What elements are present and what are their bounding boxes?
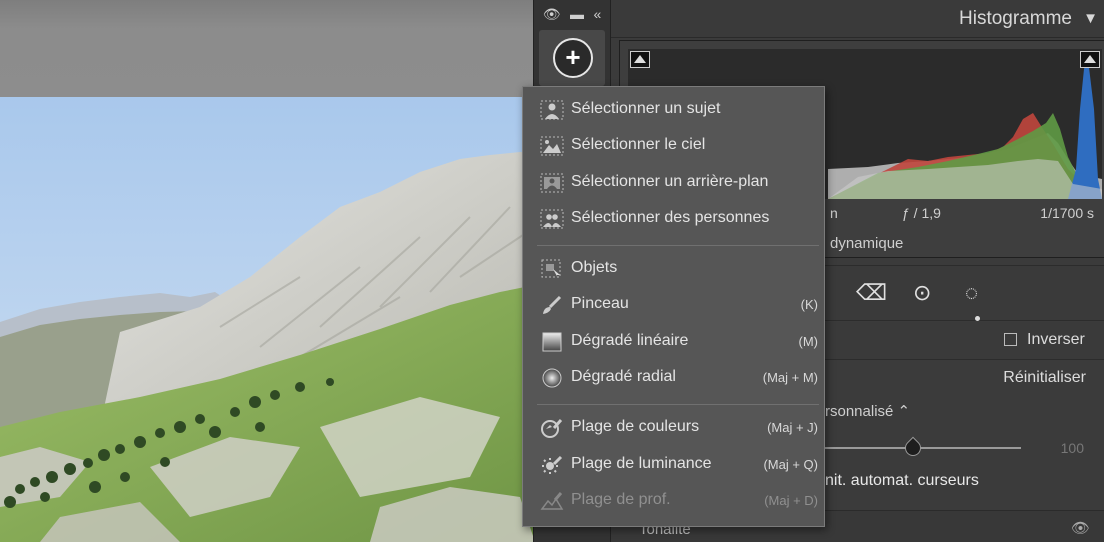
- photo-canvas[interactable]: [0, 0, 535, 542]
- mask-overlay-icon[interactable]: ◌: [965, 280, 978, 306]
- active-indicator-dot: [975, 316, 980, 321]
- exif-shutter: 1/1700 s: [1040, 205, 1094, 221]
- menu-separator: [537, 404, 819, 405]
- menu-item-label: Dégradé linéaire: [571, 332, 689, 349]
- double-chevron-left-icon[interactable]: «: [593, 6, 601, 22]
- menu-item-select-background[interactable]: Sélectionner un arrière-plan: [523, 168, 824, 198]
- menu-item-shortcut: (Maj + J): [767, 420, 818, 435]
- amount-slider-value[interactable]: 100: [1061, 440, 1084, 456]
- objects-icon: [540, 259, 564, 279]
- menu-item-label: Plage de couleurs: [571, 418, 700, 435]
- dynamic-range-label: dynamique: [830, 235, 904, 252]
- add-mask-button[interactable]: +: [553, 38, 593, 78]
- menu-item-label: Sélectionner un sujet: [571, 100, 721, 117]
- plus-icon: +: [565, 42, 581, 72]
- mask-strip-toolbar: 👁 ▬ «: [534, 0, 610, 28]
- collapse-triangle-icon[interactable]: ▼: [1083, 10, 1098, 27]
- add-mask-menu: Sélectionner un sujet Sélectionner le ci…: [522, 86, 825, 527]
- luminance-range-icon: [540, 455, 564, 475]
- menu-item-label: Dégradé radial: [571, 368, 676, 385]
- menu-item-label: Plage de luminance: [571, 455, 712, 472]
- menu-item-label: Objets: [571, 259, 618, 276]
- menu-item-label: Pinceau: [571, 295, 629, 312]
- linear-gradient-icon: [540, 332, 564, 352]
- highlight-clipping-button[interactable]: [1080, 51, 1100, 68]
- depth-range-icon: [540, 491, 564, 511]
- add-mask-wrapper: +: [539, 30, 605, 86]
- menu-item-objects[interactable]: Objets: [523, 254, 824, 284]
- menu-item-linear-gradient[interactable]: Dégradé linéaire (M): [523, 327, 824, 357]
- minus-icon[interactable]: ▬: [570, 6, 584, 22]
- menu-item-select-sky[interactable]: Sélectionner le ciel: [523, 131, 824, 161]
- eye-icon[interactable]: 👁: [543, 6, 561, 23]
- canvas-background: [0, 0, 535, 97]
- menu-item-depth-range: Plage de prof. (Maj + D): [523, 486, 824, 516]
- menu-item-color-range[interactable]: Plage de couleurs (Maj + J): [523, 413, 824, 443]
- menu-item-label: Sélectionner le ciel: [571, 136, 706, 153]
- histogram-header[interactable]: Histogramme ▼: [611, 0, 1104, 38]
- menu-item-shortcut: (Maj + D): [764, 493, 818, 508]
- brush-icon: [540, 295, 564, 315]
- exif-focal: n: [830, 205, 838, 221]
- menu-item-brush[interactable]: Pinceau (K): [523, 290, 824, 320]
- mountain-photo-image: [0, 97, 535, 542]
- eye-icon[interactable]: 👁: [1071, 519, 1090, 537]
- preset-select[interactable]: rsonnalisé ⌃: [825, 402, 910, 420]
- menu-item-shortcut: (Maj + Q): [763, 457, 818, 472]
- menu-item-luminance-range[interactable]: Plage de luminance (Maj + Q): [523, 450, 824, 480]
- menu-item-label: Sélectionner un arrière-plan: [571, 173, 769, 190]
- shadow-clipping-button[interactable]: [630, 51, 650, 68]
- reset-button[interactable]: Réinitialiser: [1003, 369, 1086, 387]
- mountain-photo[interactable]: [0, 97, 535, 542]
- menu-item-shortcut: (K): [800, 297, 818, 312]
- color-range-icon: [540, 418, 564, 438]
- menu-item-select-people[interactable]: Sélectionner des personnes: [523, 204, 824, 234]
- background-icon: [540, 173, 564, 193]
- invert-label[interactable]: Inverser: [1027, 331, 1085, 349]
- menu-item-radial-gradient[interactable]: Dégradé radial (Maj + M): [523, 363, 824, 393]
- people-icon: [540, 209, 564, 229]
- eraser-icon[interactable]: ⌫: [856, 280, 887, 306]
- add-eye-icon[interactable]: ⊙: [913, 280, 931, 306]
- invert-checkbox[interactable]: [1004, 333, 1017, 346]
- auto-sliders-label[interactable]: nit. automat. curseurs: [825, 472, 979, 490]
- menu-item-label: Plage de prof.: [571, 491, 671, 508]
- radial-gradient-icon: [540, 368, 564, 388]
- subject-icon: [540, 100, 564, 120]
- amount-slider-thumb[interactable]: [901, 436, 925, 460]
- sky-icon: [540, 136, 564, 156]
- menu-item-shortcut: (Maj + M): [762, 370, 818, 385]
- menu-item-shortcut: (M): [798, 334, 819, 349]
- menu-separator: [537, 245, 819, 246]
- exif-aperture: ƒ / 1,9: [902, 205, 941, 221]
- amount-slider-track[interactable]: [825, 447, 1021, 449]
- panel-title: Histogramme: [959, 8, 1072, 29]
- menu-item-label: Sélectionner des personnes: [571, 209, 770, 226]
- menu-item-select-subject[interactable]: Sélectionner un sujet: [523, 95, 824, 125]
